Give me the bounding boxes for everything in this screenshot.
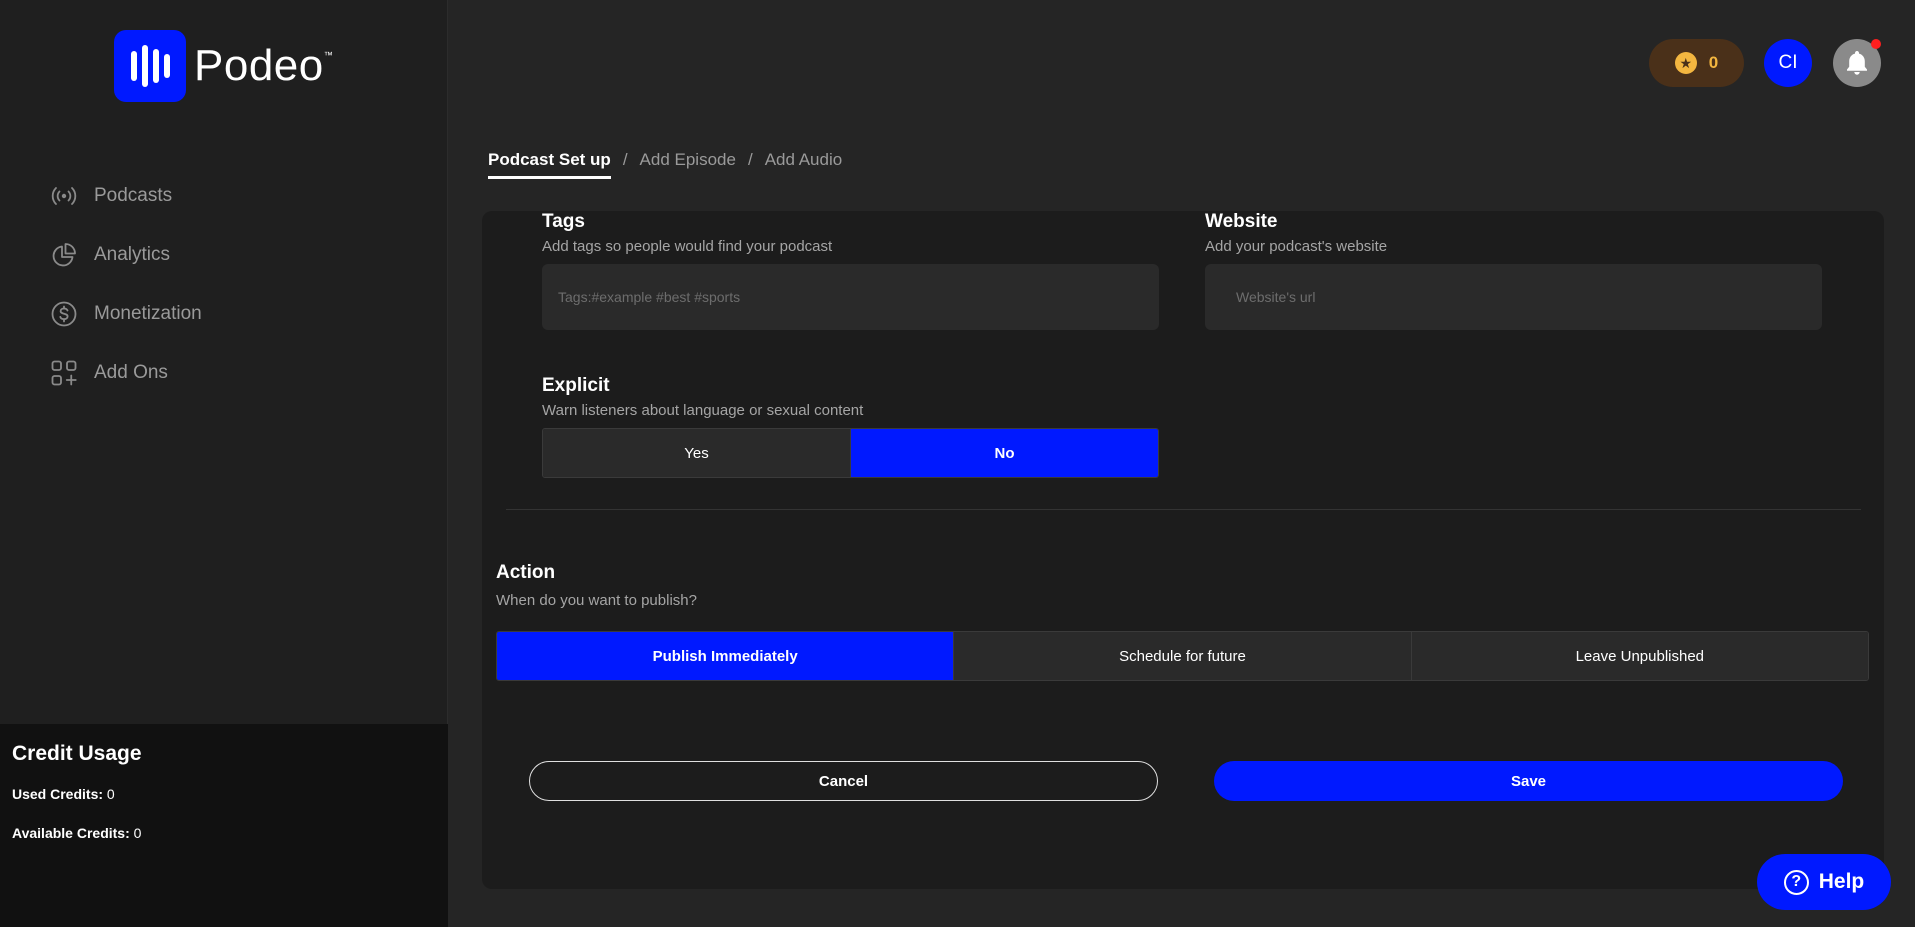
notification-dot [1871, 39, 1881, 49]
action-title: Action [496, 562, 556, 583]
sidebar-item-label: Podcasts [94, 185, 173, 206]
breadcrumb-add-episode[interactable]: Add Episode [640, 150, 736, 179]
breadcrumb-separator: / [747, 150, 753, 169]
breadcrumb-podcast-setup[interactable]: Podcast Set up [488, 150, 611, 179]
sidebar-item-analytics[interactable]: Analytics [50, 241, 202, 269]
tags-title: Tags [542, 211, 585, 232]
tags-input[interactable] [542, 264, 1159, 330]
help-label: Help [1818, 870, 1865, 893]
star-coin-icon: ★ [1674, 52, 1697, 74]
website-input[interactable] [1205, 264, 1822, 330]
action-subtitle: When do you want to publish? [496, 592, 697, 609]
cancel-button[interactable]: Cancel [529, 761, 1158, 801]
breadcrumb: Podcast Set up / Add Episode / Add Audio [488, 150, 842, 179]
podcast-setup-form: Tags Add tags so people would find your … [482, 211, 1884, 889]
app-root: Podeo ™ Podcasts Analytics Monetization … [0, 0, 1915, 927]
sidebar-item-label: Analytics [94, 244, 171, 265]
grid-plus-icon [51, 360, 77, 386]
notifications-button[interactable] [1833, 39, 1881, 87]
sidebar-item-monetization[interactable]: Monetization [50, 300, 202, 328]
used-credits-row: Used Credits: 0 [12, 786, 436, 802]
tags-subtitle: Add tags so people would find your podca… [542, 238, 833, 255]
breadcrumb-separator: / [622, 150, 628, 169]
website-title: Website [1205, 211, 1278, 232]
used-credits-value: 0 [106, 786, 115, 802]
section-divider [506, 509, 1861, 510]
used-credits-label: Used Credits: [12, 786, 104, 802]
credit-usage-title: Credit Usage [12, 742, 142, 765]
explicit-yes-option[interactable]: Yes [543, 429, 851, 477]
dollar-circle-icon [51, 301, 77, 327]
podeo-logo[interactable]: Podeo ™ [114, 30, 333, 102]
broadcast-icon [51, 187, 77, 205]
website-subtitle: Add your podcast's website [1205, 238, 1388, 255]
logo-mark-icon [114, 30, 186, 102]
save-button[interactable]: Save [1214, 761, 1843, 801]
explicit-subtitle: Warn listeners about language or sexual … [542, 402, 864, 419]
sidebar-item-label: Monetization [94, 303, 202, 324]
sidebar-item-add-ons[interactable]: Add Ons [50, 359, 202, 387]
explicit-title: Explicit [542, 375, 610, 396]
schedule-for-future-option[interactable]: Schedule for future [954, 632, 1412, 680]
sidebar-nav: Podcasts Analytics Monetization Add Ons [50, 182, 202, 418]
publish-action-selector: Publish Immediately Schedule for future … [496, 631, 1869, 681]
logo-trademark: ™ [323, 50, 333, 60]
leave-unpublished-option[interactable]: Leave Unpublished [1411, 632, 1868, 680]
coins-count: 0 [1708, 53, 1719, 72]
available-credits-value: 0 [133, 825, 142, 841]
avatar[interactable]: CI [1764, 39, 1812, 87]
available-credits-label: Available Credits: [12, 825, 130, 841]
explicit-toggle: Yes No [542, 428, 1159, 478]
sidebar-item-label: Add Ons [94, 362, 168, 383]
help-button[interactable]: ? Help [1757, 854, 1891, 910]
sidebar-item-podcasts[interactable]: Podcasts [50, 182, 202, 210]
available-credits-row: Available Credits: 0 [12, 825, 436, 841]
bell-icon [1847, 51, 1867, 75]
publish-immediately-option[interactable]: Publish Immediately [497, 632, 955, 680]
logo-text: Podeo [194, 41, 324, 90]
question-circle-icon: ? [1783, 869, 1809, 895]
explicit-no-option[interactable]: No [851, 429, 1158, 477]
sidebar: Podeo ™ Podcasts Analytics Monetization … [0, 0, 448, 927]
pie-chart-icon [52, 243, 76, 267]
breadcrumb-add-audio[interactable]: Add Audio [765, 150, 843, 179]
coins-badge[interactable]: ★ 0 [1649, 39, 1744, 87]
credit-usage-panel: Credit Usage Used Credits: 0 Available C… [0, 724, 448, 927]
